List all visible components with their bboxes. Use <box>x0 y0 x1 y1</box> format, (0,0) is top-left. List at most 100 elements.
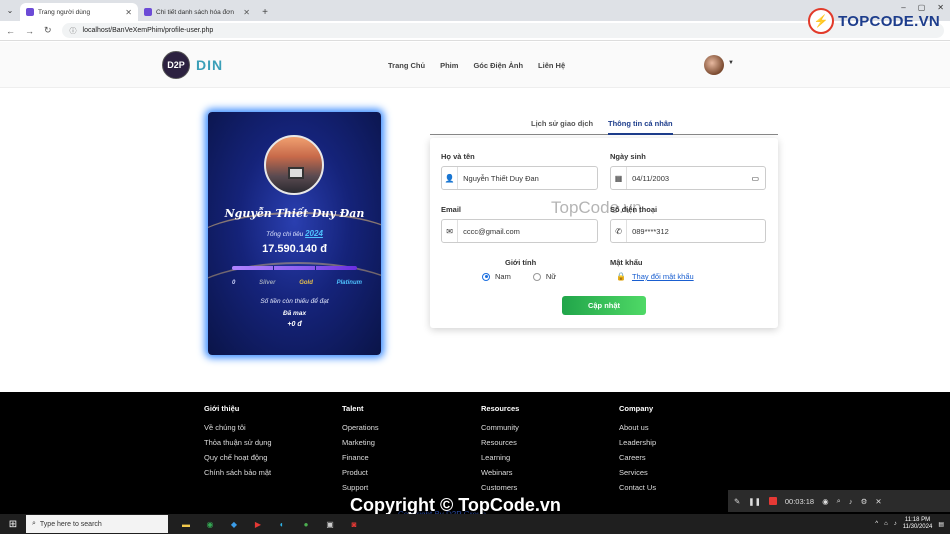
phone-input[interactable] <box>627 220 765 242</box>
search-icon: ⌕ <box>32 520 36 527</box>
footer-col-resources: Resources Community Resources Learning W… <box>481 404 519 498</box>
taskbar-clock[interactable]: 11:18 PM 11/30/2024 <box>903 517 933 531</box>
profile-photo <box>264 135 324 195</box>
recorder-app-icon[interactable]: ◙ <box>346 517 362 531</box>
footer-link[interactable]: Contact Us <box>619 483 656 492</box>
radio-checked-icon[interactable] <box>482 272 490 281</box>
browser-tab-profile[interactable]: Trang người dùng ✕ <box>20 3 138 21</box>
taskbar-search-placeholder: Type here to search <box>39 520 102 528</box>
pen-icon[interactable]: ✎ <box>734 497 740 506</box>
vscode-icon[interactable]: ◆ <box>226 517 242 531</box>
change-password-link[interactable]: Thay đổi mật khẩu <box>632 272 694 281</box>
browser-tab-invoice[interactable]: Chi tiết danh sách hóa đơn ✕ <box>138 3 256 21</box>
footer-col-about: Giới thiệu Về chúng tôi Thỏa thuận sử dụ… <box>204 404 272 483</box>
footer-col-company: Company About us Leadership Careers Serv… <box>619 404 656 498</box>
volume-icon[interactable]: ♪ <box>849 497 853 506</box>
nav-cinema-corner[interactable]: Góc Điện Ảnh <box>473 61 523 70</box>
footer-link[interactable]: About us <box>619 423 656 432</box>
new-tab-icon[interactable]: + <box>256 3 274 21</box>
footer-link[interactable]: Về chúng tôi <box>204 423 272 432</box>
footer-link[interactable]: Support <box>342 483 379 492</box>
dob-input[interactable] <box>627 167 765 189</box>
nav-contact[interactable]: Liên Hệ <box>538 61 565 70</box>
camera-icon[interactable]: ◉ <box>822 497 829 506</box>
footer-link[interactable]: Operations <box>342 423 379 432</box>
footer-link[interactable]: Finance <box>342 453 379 462</box>
tab-transaction-history[interactable]: Lịch sử giao dịch <box>531 119 593 128</box>
footer-link[interactable]: Resources <box>481 438 519 447</box>
card-decoration <box>208 262 381 352</box>
back-icon[interactable]: ← <box>6 26 15 36</box>
user-avatar[interactable] <box>704 55 724 75</box>
edge-icon[interactable]: ◐ <box>274 517 290 531</box>
update-button[interactable]: Cập nhật <box>562 296 646 315</box>
footer-link[interactable]: Webinars <box>481 468 519 477</box>
spend-label-text: Tổng chi tiêu <box>266 231 304 238</box>
gender-option-female[interactable]: Nữ <box>532 272 556 281</box>
topcode-logo: ⚡ TOPCODE.VN <box>808 8 940 34</box>
lock-icon: 🔒 <box>616 272 626 281</box>
footer-link[interactable]: Services <box>619 468 656 477</box>
footer-col-talent: Talent Operations Marketing Finance Prod… <box>342 404 379 498</box>
close-icon[interactable]: ✕ <box>125 8 132 17</box>
tier-zero: 0 <box>232 280 236 286</box>
zoom-icon[interactable]: ⌕ <box>837 496 841 506</box>
youtube-icon[interactable]: ▶ <box>250 517 266 531</box>
windows-start-icon[interactable]: ⊞ <box>0 519 26 530</box>
app-icon[interactable]: ● <box>298 517 314 531</box>
profile-tabs: Lịch sử giao dịch Thông tin cá nhân <box>430 117 778 135</box>
footer-link[interactable]: Leadership <box>619 438 656 447</box>
close-icon[interactable]: ✕ <box>243 8 250 17</box>
footer-heading: Talent <box>342 404 364 413</box>
tier-status: Đã max <box>282 310 307 317</box>
fullname-field: 👤 <box>441 166 598 190</box>
site-info-icon[interactable]: ⓘ <box>70 26 77 36</box>
tier-gold: Gold <box>299 280 313 286</box>
notification-icon[interactable]: ▤ <box>938 521 944 528</box>
recorder-close-icon[interactable]: ✕ <box>875 497 881 506</box>
sound-icon[interactable]: ♪ <box>894 521 897 527</box>
nav-movies[interactable]: Phim <box>440 61 458 70</box>
spend-year[interactable]: 2024 <box>305 229 323 238</box>
gender-male-label: Nam <box>495 272 511 281</box>
pause-icon[interactable]: ❚❚ <box>748 497 761 506</box>
footer-link[interactable]: Quy chế hoạt động <box>204 453 272 462</box>
chrome-icon[interactable]: ◉ <box>202 517 218 531</box>
footer-link[interactable]: Customers <box>481 483 519 492</box>
tier-labels: 0 Silver Gold Platinum <box>232 280 362 286</box>
footer-link[interactable]: Chính sách bảo mật <box>204 468 272 477</box>
footer-link[interactable]: Community <box>481 423 519 432</box>
footer-link[interactable]: Product <box>342 468 379 477</box>
reload-icon[interactable]: ↻ <box>44 25 52 36</box>
tab-search-icon[interactable]: ⌄ <box>0 0 20 21</box>
file-explorer-icon[interactable]: ▬ <box>178 517 194 531</box>
tray-chevron-icon[interactable]: ^ <box>875 521 878 527</box>
nav-home[interactable]: Trang Chủ <box>388 61 425 70</box>
forward-icon[interactable]: → <box>25 26 34 36</box>
footer-link[interactable]: Thỏa thuận sử dụng <box>204 438 272 447</box>
site-logo[interactable]: D2P DIN <box>162 51 223 79</box>
taskbar-search[interactable]: ⌕ Type here to search <box>26 515 168 533</box>
remaining-amount: +0 đ <box>287 321 302 328</box>
date-picker-icon[interactable]: ▭ <box>751 174 759 183</box>
fullname-input[interactable] <box>458 167 597 189</box>
gender-option-male[interactable]: Nam <box>482 272 511 281</box>
email-input[interactable] <box>458 220 597 242</box>
tab-personal-info[interactable]: Thông tin cá nhân <box>608 119 673 135</box>
tier-platinum: Platinum <box>336 280 362 286</box>
chevron-down-icon[interactable]: ▼ <box>728 60 734 66</box>
clock-time: 11:18 PM <box>904 517 931 523</box>
tab-favicon-icon <box>26 8 34 16</box>
stop-icon[interactable] <box>768 497 777 505</box>
terminal-icon[interactable]: ▣ <box>322 517 338 531</box>
logo-badge: D2P <box>162 51 190 79</box>
tab-title: Chi tiết danh sách hóa đơn <box>156 8 234 16</box>
footer-link[interactable]: Careers <box>619 453 656 462</box>
footer-link[interactable]: Marketing <box>342 438 379 447</box>
topcode-brand: TOPCODE.VN <box>838 12 940 30</box>
footer-link[interactable]: Learning <box>481 453 519 462</box>
network-icon[interactable]: ⌂ <box>884 521 888 527</box>
radio-unchecked-icon[interactable] <box>532 272 541 281</box>
settings-icon[interactable]: ⚙ <box>861 497 868 506</box>
remaining-label: Số tiền còn thiếu để đạt <box>260 298 329 305</box>
